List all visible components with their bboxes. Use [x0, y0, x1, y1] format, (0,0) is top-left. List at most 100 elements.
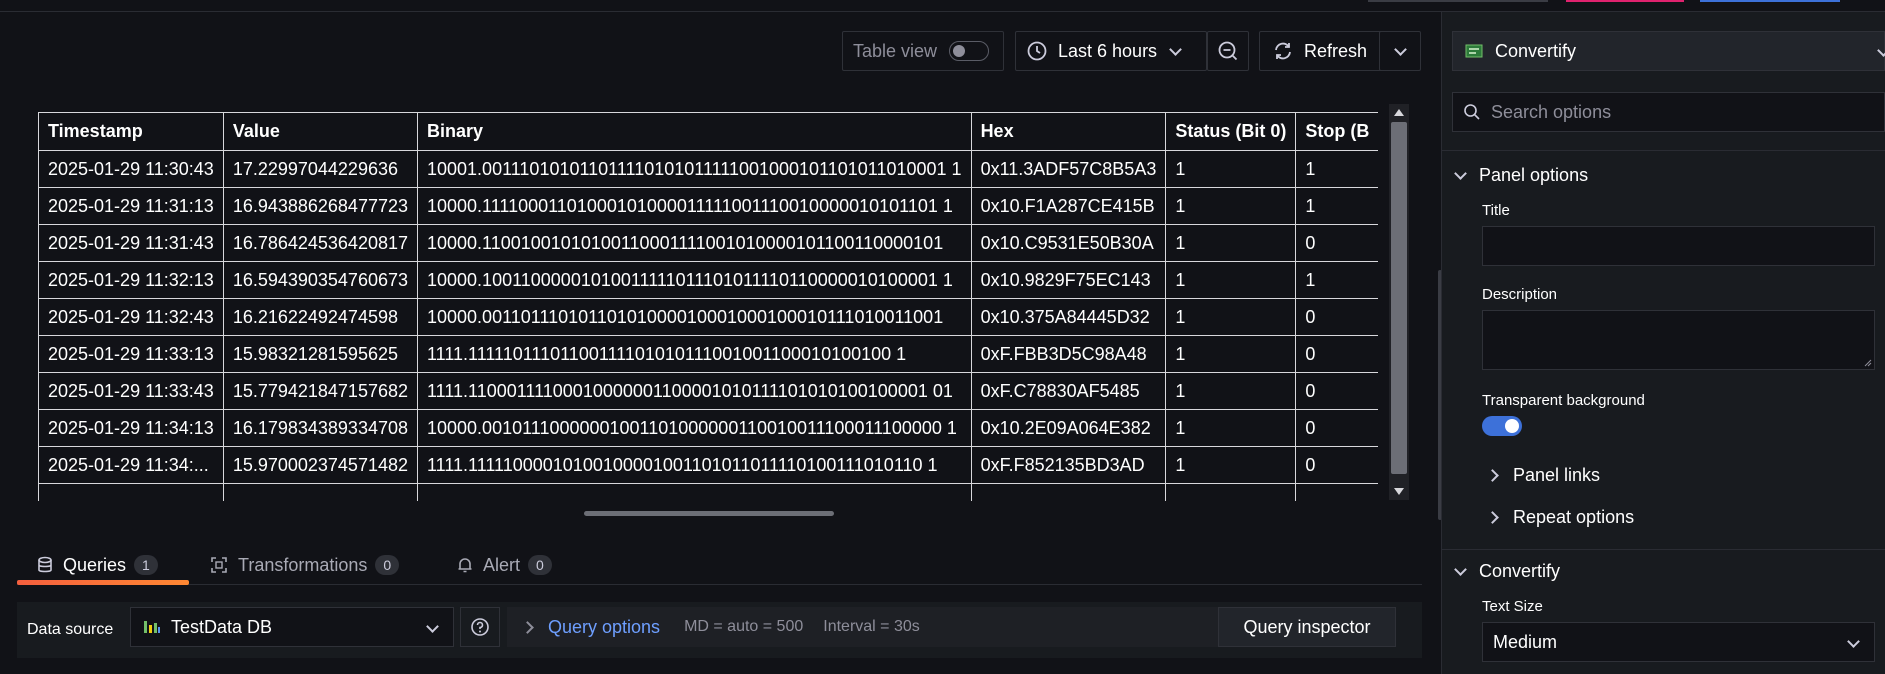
table-row: 2025-01-29 11:31:13 16.943886268477723 100… — [38, 187, 1378, 225]
cell-binary: 10000.1100100101010011000111100101000010… — [417, 224, 972, 262]
scroll-down-arrow-icon[interactable] — [1394, 488, 1404, 495]
top-button-apply[interactable] — [1700, 0, 1840, 2]
max-datapoints-text: MD = auto = 500 — [684, 618, 804, 635]
cell-status: 1 — [1165, 335, 1297, 373]
table-row: 2025-01-29 11:32:43 16.21622492474598 1000… — [38, 298, 1378, 336]
cell-hex: 0x10.375A84445D32 — [970, 298, 1167, 336]
table-view-toggle[interactable]: Table view — [842, 31, 1004, 71]
cell-hex: 0x10.2E09A064E382 — [970, 409, 1167, 447]
tab-transformations[interactable]: Transformations 0 — [210, 546, 400, 584]
table-header-row: Timestamp Value Binary Hex Status (Bit 0… — [38, 112, 1378, 151]
tab-queries-label: Queries — [63, 554, 127, 575]
tab-alert-label: Alert — [483, 554, 521, 575]
col-status[interactable]: Status (Bit 0) — [1165, 112, 1297, 151]
cell-stop: 0 — [1295, 409, 1378, 447]
tab-transformations-label: Transformations — [238, 554, 368, 575]
resize-handle-icon[interactable] — [1862, 357, 1872, 367]
datasource-value: TestData DB — [171, 616, 273, 637]
datasource-picker[interactable]: TestData DB — [130, 607, 454, 647]
table-horizontal-scrollbar[interactable] — [584, 511, 834, 516]
zoom-out-icon — [1218, 41, 1238, 61]
cell-binary: 1111.11111011101100111101010111001001100… — [417, 335, 972, 373]
datasource-label: Data source — [27, 621, 114, 638]
table-row: 2025-01-29 11:34:13 16.179834389334708 100… — [38, 409, 1378, 447]
visualization-picker[interactable]: Convertify — [1452, 31, 1885, 71]
title-input[interactable] — [1482, 226, 1875, 266]
panel-options-label: Panel options — [1479, 164, 1589, 185]
cell-status: 1 — [1165, 224, 1297, 262]
text-size-select[interactable]: Medium — [1482, 622, 1875, 662]
description-label: Description — [1482, 286, 1558, 303]
convertify-section-label: Convertify — [1479, 560, 1561, 581]
cell-status: 1 — [1165, 372, 1297, 410]
panel-links-header[interactable]: Panel links — [1486, 460, 1601, 490]
refresh-button[interactable]: Refresh — [1259, 31, 1395, 71]
chevron-down-icon — [1454, 166, 1467, 180]
cell-value: 16.786424536420817 — [222, 224, 419, 262]
col-stop[interactable]: Stop (B — [1295, 112, 1378, 151]
cell-status: 1 — [1165, 298, 1297, 336]
cell-binary: 10000.0010111000000100110100000011001001… — [417, 409, 972, 447]
cell-binary: 1111.11111000010100100001001101011011110… — [417, 446, 972, 484]
text-size-label: Text Size — [1482, 598, 1543, 615]
cell-status: 1 — [1165, 446, 1297, 484]
table-cell — [1295, 483, 1378, 501]
active-tab-indicator — [17, 580, 189, 585]
table-cell — [970, 483, 1167, 501]
cell-stop: 1 — [1295, 150, 1378, 188]
section-divider — [1442, 549, 1885, 550]
chevron-right-icon — [1486, 468, 1499, 482]
data-table-container: Timestamp Value Binary Hex Status (Bit 0… — [38, 112, 1378, 501]
time-range-picker[interactable]: Last 6 hours — [1015, 31, 1207, 71]
col-value[interactable]: Value — [222, 112, 419, 151]
help-button[interactable] — [460, 607, 500, 647]
database-icon — [38, 556, 52, 573]
table-cell — [222, 483, 419, 501]
query-options-link[interactable]: Query options — [548, 617, 660, 638]
tab-queries-count: 1 — [134, 555, 158, 575]
testdata-logo-icon — [144, 621, 160, 633]
cell-value: 16.594390354760673 — [222, 261, 419, 299]
chevron-down-icon — [1877, 44, 1885, 57]
query-options-bar[interactable]: Query options MD = auto = 500 Interval =… — [507, 607, 1227, 647]
cell-value: 17.22997044229636 — [222, 150, 419, 188]
top-button-discard[interactable] — [1368, 0, 1548, 2]
cell-timestamp: 2025-01-29 11:31:43 — [38, 224, 224, 262]
repeat-options-header[interactable]: Repeat options — [1486, 502, 1635, 532]
panel-options-header[interactable]: Panel options — [1454, 160, 1589, 190]
col-binary[interactable]: Binary — [417, 112, 972, 151]
search-placeholder: Search options — [1491, 101, 1612, 122]
scroll-up-arrow-icon[interactable] — [1394, 109, 1404, 116]
convertify-section-header[interactable]: Convertify — [1454, 556, 1561, 586]
repeat-options-label: Repeat options — [1513, 506, 1635, 527]
table-cell — [1165, 483, 1297, 501]
search-options-input[interactable]: Search options — [1452, 92, 1885, 132]
transform-icon — [211, 557, 227, 573]
query-inspector-button[interactable]: Query inspector — [1218, 607, 1396, 647]
tab-queries[interactable]: Queries 1 — [37, 546, 158, 584]
description-textarea[interactable] — [1482, 310, 1875, 370]
cell-timestamp: 2025-01-29 11:30:43 — [38, 150, 224, 188]
refresh-interval-dropdown[interactable] — [1379, 31, 1421, 71]
cell-hex: 0x10.F1A287CE415B — [970, 187, 1167, 225]
table-row: 2025-01-29 11:32:13 16.594390354760673 100… — [38, 261, 1378, 299]
question-circle-icon — [471, 618, 489, 636]
col-timestamp[interactable]: Timestamp — [38, 112, 224, 151]
data-table: Timestamp Value Binary Hex Status (Bit 0… — [38, 112, 1378, 501]
transparent-background-switch[interactable] — [1482, 416, 1522, 436]
cell-value: 16.179834389334708 — [222, 409, 419, 447]
col-hex[interactable]: Hex — [970, 112, 1167, 151]
tab-alert[interactable]: Alert 0 — [457, 546, 552, 584]
scroll-thumb[interactable] — [1391, 122, 1407, 474]
zoom-out-button[interactable] — [1207, 31, 1249, 71]
table-vertical-scrollbar[interactable] — [1389, 104, 1409, 500]
text-size-value: Medium — [1493, 631, 1558, 652]
panel-links-label: Panel links — [1513, 464, 1601, 485]
toggle-switch[interactable] — [949, 41, 990, 61]
cell-status: 1 — [1165, 187, 1297, 225]
bell-icon — [458, 558, 472, 573]
cell-value: 16.943886268477723 — [222, 187, 419, 225]
table-view-label: Table view — [853, 40, 938, 61]
cell-timestamp: 2025-01-29 11:32:13 — [38, 261, 224, 299]
top-button-save[interactable] — [1566, 0, 1684, 2]
